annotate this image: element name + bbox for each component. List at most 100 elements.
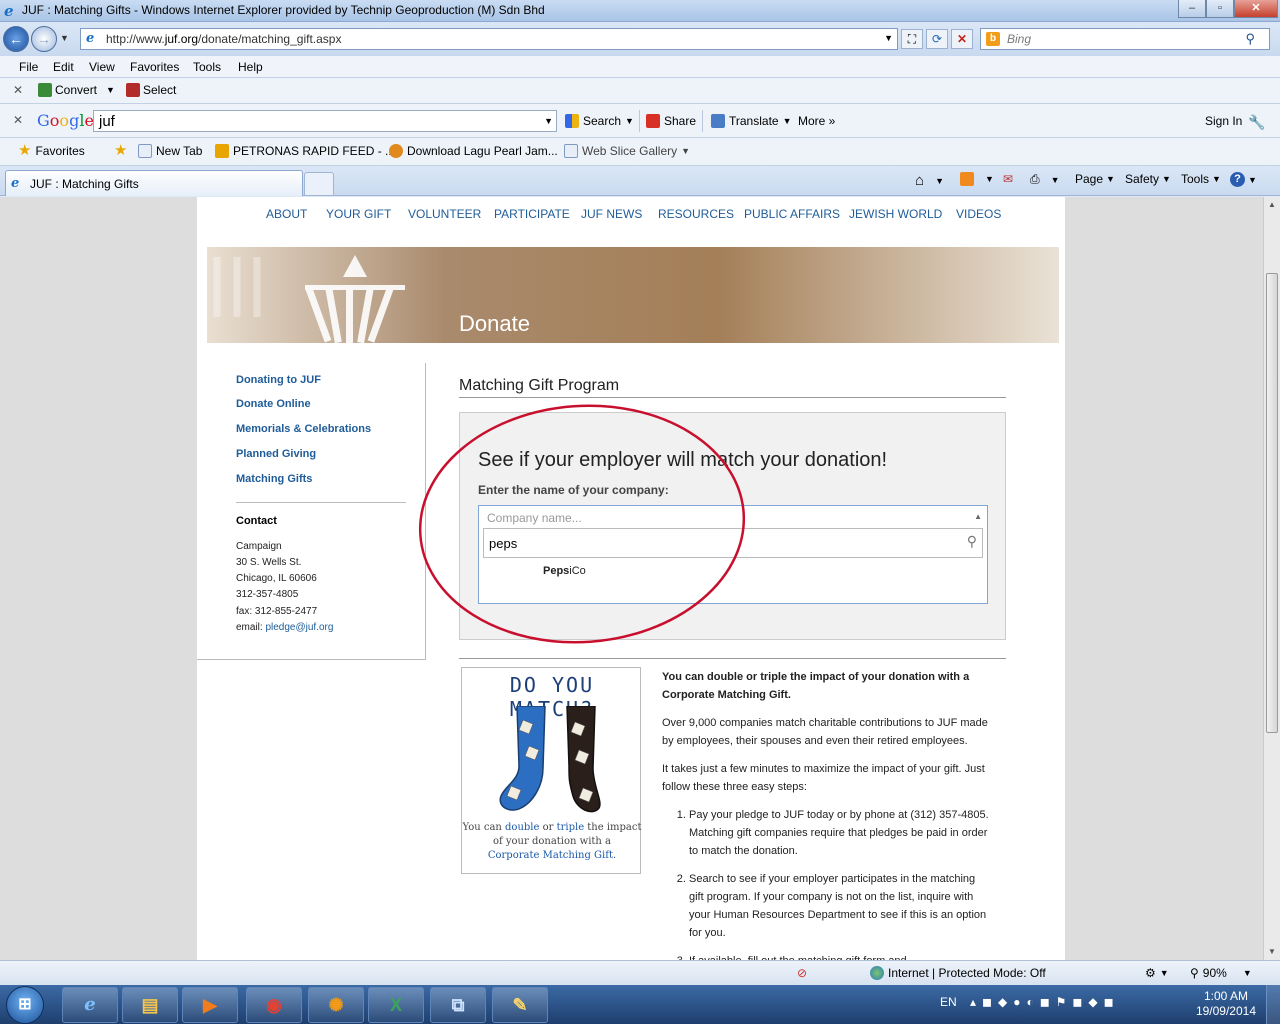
compatibility-view-icon[interactable]: ⛶ bbox=[901, 29, 923, 49]
scroll-up-icon[interactable]: ▲ bbox=[1264, 197, 1280, 213]
system-clock[interactable]: 1:00 AM 19/09/2014 bbox=[1196, 989, 1256, 1019]
nav-videos[interactable]: VIDEOS bbox=[956, 207, 1001, 221]
protected-mode-icon[interactable]: ⚙ ▼ bbox=[1145, 966, 1169, 980]
collapse-arrow-icon[interactable]: ▲ bbox=[974, 512, 982, 521]
page-menu[interactable]: Page ▼ bbox=[1075, 172, 1115, 186]
convert-button[interactable]: Convert ▼ bbox=[38, 83, 115, 97]
nav-public-affairs[interactable]: PUBLIC AFFAIRS bbox=[744, 207, 840, 221]
status-bar: ⊘ Internet | Protected Mode: Off ⚙ ▼ ⚲ 90… bbox=[0, 960, 1280, 985]
favorites-button[interactable]: ★ Favorites bbox=[18, 143, 85, 158]
nav-juf-news[interactable]: JUF NEWS bbox=[581, 207, 642, 221]
window-title: JUF : Matching Gifts - Windows Internet … bbox=[22, 3, 545, 17]
menu-file[interactable]: File bbox=[19, 60, 38, 74]
google-search-button[interactable]: Search ▼ bbox=[565, 114, 634, 128]
vertical-scrollbar[interactable]: ▲ ▼ bbox=[1263, 197, 1280, 960]
web-slice-gallery[interactable]: Web Slice Gallery ▼ bbox=[564, 144, 690, 158]
help-icon[interactable]: ? ▼ bbox=[1230, 172, 1257, 187]
share-button[interactable]: Share bbox=[646, 114, 696, 128]
red-circle-annotation bbox=[418, 404, 746, 644]
safety-menu[interactable]: Safety ▼ bbox=[1125, 172, 1171, 186]
stop-icon[interactable]: ✕ bbox=[951, 29, 973, 49]
tab-juf-matching-gifts[interactable]: e JUF : Matching Gifts bbox=[5, 170, 303, 196]
google-search-input[interactable]: juf ▼ bbox=[93, 110, 557, 132]
sign-in-button[interactable]: Sign In bbox=[1205, 114, 1242, 128]
feeds-icon[interactable]: ▼ bbox=[960, 172, 994, 186]
email-link[interactable]: pledge@juf.org bbox=[265, 622, 333, 633]
search-icon[interactable]: ⚲ bbox=[1245, 31, 1255, 47]
menu-favorites[interactable]: Favorites bbox=[130, 60, 179, 74]
tab-ie-icon: e bbox=[11, 176, 20, 191]
tools-menu[interactable]: Tools ▼ bbox=[1181, 172, 1221, 186]
nav-jewish-world[interactable]: JEWISH WORLD bbox=[849, 207, 942, 221]
nav-participate[interactable]: PARTICIPATE bbox=[494, 207, 570, 221]
promo-caption: You can double or triple the impact of y… bbox=[462, 822, 642, 861]
taskbar-app-icon[interactable]: ✺ bbox=[308, 987, 364, 1023]
taskbar-ie-icon[interactable]: e bbox=[62, 987, 118, 1023]
sidebar-divider bbox=[236, 502, 406, 503]
contact-line: 30 S. Wells St. bbox=[236, 557, 302, 568]
favorite-pearl-jam[interactable]: Download Lagu Pearl Jam... bbox=[389, 144, 558, 158]
close-toolbar-icon[interactable]: ✕ bbox=[13, 83, 23, 97]
print-icon[interactable]: ⎙ ▼ bbox=[1030, 172, 1060, 187]
juf-page: ABOUT YOUR GIFT VOLUNTEER PARTICIPATE JU… bbox=[197, 197, 1065, 960]
forward-button[interactable]: → bbox=[31, 26, 57, 52]
taskbar-excel-icon[interactable]: X bbox=[368, 987, 424, 1023]
taskbar-paint-icon[interactable]: ✎ bbox=[492, 987, 548, 1023]
sidebar-link-donating[interactable]: Donating to JUF bbox=[236, 374, 321, 386]
taskbar-chrome-icon[interactable]: ◉ bbox=[246, 987, 302, 1023]
sidebar-link-donate-online[interactable]: Donate Online bbox=[236, 398, 311, 410]
sidebar-link-planned-giving[interactable]: Planned Giving bbox=[236, 448, 316, 460]
nav-about[interactable]: ABOUT bbox=[266, 207, 307, 221]
tray-icons[interactable]: ▴◼◆●◐◼⚑◼◆◼ bbox=[970, 995, 1120, 1009]
sidebar-link-memorials[interactable]: Memorials & Celebrations bbox=[236, 423, 371, 435]
popup-blocker-icon[interactable]: ⊘ bbox=[797, 966, 807, 980]
start-button[interactable]: ⊞ bbox=[6, 986, 44, 1024]
favorite-new-tab[interactable]: New Tab bbox=[138, 144, 202, 158]
more-button[interactable]: More » bbox=[798, 114, 835, 128]
select-button[interactable]: Select bbox=[126, 83, 176, 97]
window-title-bar[interactable]: e JUF : Matching Gifts - Windows Interne… bbox=[0, 0, 1280, 22]
close-window-button[interactable]: ✕ bbox=[1234, 0, 1278, 18]
menu-view[interactable]: View bbox=[89, 60, 115, 74]
language-indicator[interactable]: EN bbox=[940, 995, 957, 1009]
search-icon[interactable]: ⚲ bbox=[967, 533, 977, 550]
windows-taskbar: ⊞ e ▤ ▶ ◉ ✺ X ⧉ ✎ EN ▴◼◆●◐◼⚑◼◆◼ 1:00 AM … bbox=[0, 985, 1280, 1024]
new-tab-button[interactable] bbox=[304, 172, 334, 196]
back-button[interactable]: ← bbox=[3, 26, 29, 52]
recent-pages-dropdown-icon[interactable]: ▼ bbox=[60, 33, 69, 43]
home-icon[interactable]: ⌂ ▼ bbox=[915, 172, 944, 189]
menu-help[interactable]: Help bbox=[238, 60, 263, 74]
nav-volunteer[interactable]: VOLUNTEER bbox=[408, 207, 481, 221]
bing-icon: b bbox=[986, 32, 1000, 46]
zoom-control[interactable]: ⚲ 90% ▼ bbox=[1190, 966, 1252, 980]
close-google-toolbar-icon[interactable]: ✕ bbox=[13, 113, 23, 127]
url-dropdown-icon[interactable]: ▼ bbox=[884, 33, 893, 43]
taskbar-explorer-icon[interactable]: ▤ bbox=[122, 987, 178, 1023]
scroll-down-icon[interactable]: ▼ bbox=[1264, 944, 1280, 960]
taskbar-media-player-icon[interactable]: ▶ bbox=[182, 987, 238, 1023]
refresh-icon[interactable]: ⟳ bbox=[926, 29, 948, 49]
favorite-petronas[interactable]: PETRONAS RAPID FEED - ... bbox=[215, 144, 395, 158]
menu-edit[interactable]: Edit bbox=[53, 60, 74, 74]
nav-your-gift[interactable]: YOUR GIFT bbox=[326, 207, 391, 221]
translate-button[interactable]: Translate ▼ bbox=[711, 114, 792, 128]
mail-icon[interactable]: ✉ bbox=[1003, 172, 1013, 186]
add-favorite-icon[interactable]: ★ bbox=[114, 143, 127, 158]
sidebar-link-matching-gifts[interactable]: Matching Gifts bbox=[236, 473, 312, 485]
contact-line: 312-357-4805 bbox=[236, 589, 299, 600]
security-zone[interactable]: Internet | Protected Mode: Off bbox=[870, 966, 1046, 980]
menu-tools[interactable]: Tools bbox=[193, 60, 221, 74]
scrollbar-thumb[interactable] bbox=[1266, 273, 1278, 733]
show-desktop-button[interactable] bbox=[1266, 985, 1280, 1024]
minimize-button[interactable]: – bbox=[1178, 0, 1206, 18]
donate-banner: Donate bbox=[207, 247, 1059, 343]
maximize-button[interactable]: ▫ bbox=[1206, 0, 1234, 18]
url-field[interactable]: e http://www.juf.org/donate/matching_gif… bbox=[80, 28, 898, 50]
do-you-match-promo[interactable]: DO YOU MATCH? You can double or triple t… bbox=[461, 667, 642, 874]
taskbar-remote-icon[interactable]: ⧉ bbox=[430, 987, 486, 1023]
banner-title: Donate bbox=[459, 311, 530, 336]
wrench-icon[interactable]: 🔧 bbox=[1248, 114, 1265, 131]
bing-search-input[interactable]: b Bing ⚲ bbox=[980, 28, 1270, 50]
nav-resources[interactable]: RESOURCES bbox=[658, 207, 734, 221]
google-dropdown-icon[interactable]: ▼ bbox=[544, 116, 553, 126]
